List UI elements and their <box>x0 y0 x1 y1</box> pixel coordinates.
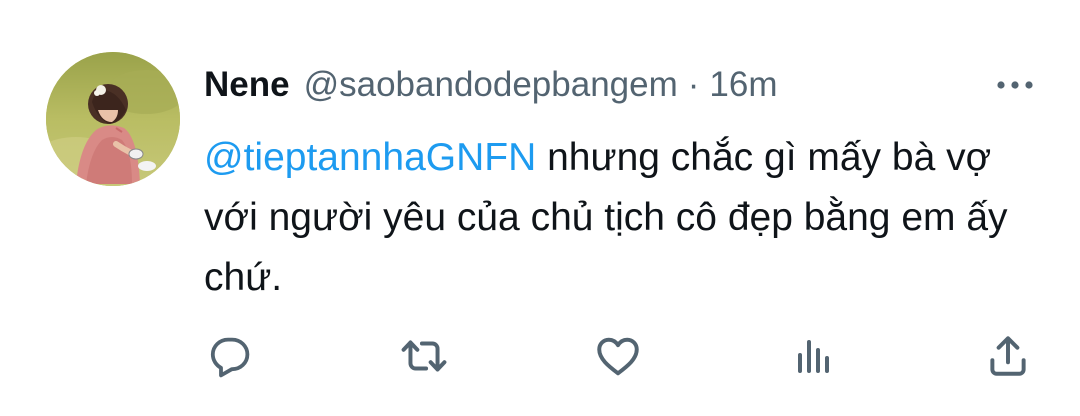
retweet-icon <box>399 331 449 381</box>
reply-icon <box>206 332 254 380</box>
tweet-header: Nene @saobandodepbangem · 16m <box>204 62 778 108</box>
author-handle[interactable]: @saobandodepbangem <box>304 62 678 108</box>
analytics-icon <box>790 332 838 380</box>
reply-button[interactable] <box>204 330 256 382</box>
more-horizontal-icon[interactable] <box>994 72 1036 98</box>
tweet-card[interactable]: Nene @saobandodepbangem · 16m @tieptannh… <box>0 0 1080 416</box>
analytics-button[interactable] <box>788 330 840 382</box>
retweet-button[interactable] <box>398 330 450 382</box>
tweet-timestamp[interactable]: 16m <box>709 62 777 108</box>
share-button[interactable] <box>982 330 1034 382</box>
heart-icon <box>593 331 643 381</box>
author-name[interactable]: Nene <box>204 62 290 108</box>
avatar[interactable] <box>46 52 180 186</box>
mention-link[interactable]: @tieptannhaGNFN <box>204 136 536 179</box>
like-button[interactable] <box>592 330 644 382</box>
action-bar <box>0 330 1080 382</box>
share-icon <box>983 331 1033 381</box>
separator-dot: · <box>688 62 700 108</box>
tweet-text: @tieptannhaGNFN nhưng chắc gì mấy bà vợ … <box>204 128 1054 308</box>
